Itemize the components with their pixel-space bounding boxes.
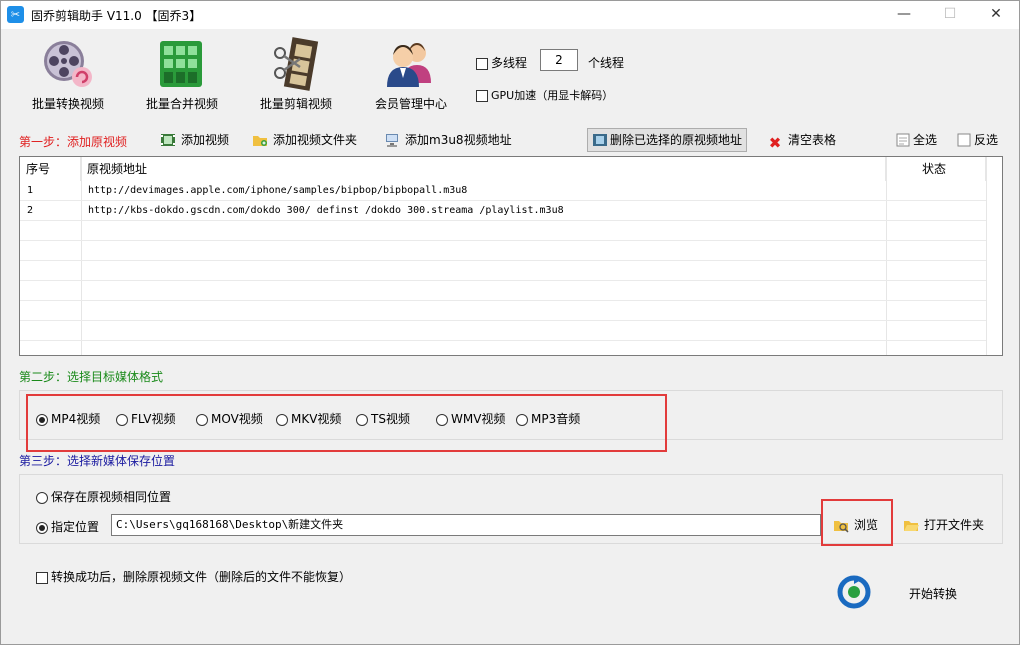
table-row-empty [20, 221, 986, 241]
step2-label: 第二步：选择目标媒体格式 [19, 370, 164, 384]
add-folder-button[interactable]: 添加视频文件夹 [252, 129, 357, 151]
start-convert-label: 开始转换 [909, 587, 958, 601]
window-title: 固乔剪辑助手 V11.0 【固乔3】 [31, 9, 202, 23]
member-center-label: 会员管理中心 [374, 97, 447, 111]
table-row-empty [20, 281, 986, 301]
col-header-index[interactable]: 序号 [20, 157, 81, 181]
row-url: http://kbs-dokdo.gscdn.com/dokdo 300/ de… [88, 205, 564, 216]
open-folder-label: 打开文件夹 [924, 518, 985, 532]
multithread-option[interactable]: 多线程 [476, 54, 527, 71]
blank-document-icon [957, 133, 971, 147]
same-location-label: 保存在原视频相同位置 [51, 490, 172, 504]
gpu-label: GPU加速（用显卡解码） [491, 89, 614, 102]
red-x-icon: ✖ [768, 134, 782, 152]
document-icon [896, 133, 910, 147]
refresh-icon [837, 575, 871, 609]
add-video-label: 添加视频 [181, 133, 230, 147]
select-all-label: 全选 [913, 133, 938, 147]
film-strip-scissors-icon [274, 37, 319, 91]
row-url: http://devimages.apple.com/iphone/sample… [88, 185, 468, 196]
film-delete-icon [592, 134, 607, 146]
row-index: 1 [27, 185, 34, 196]
delete-after-option[interactable]: 转换成功后，删除原视频文件（删除后的文件不能恢复） [36, 568, 351, 585]
row-index: 2 [27, 205, 34, 216]
title-bar: ✂ 固乔剪辑助手 V11.0 【固乔3】 — ☐ ✕ [1, 1, 1019, 29]
merge-grid-icon [160, 41, 202, 87]
folder-open-icon [904, 521, 919, 531]
gpu-checkbox[interactable] [476, 90, 488, 102]
table-row-empty [20, 241, 986, 261]
custom-location-radio[interactable]: 指定位置 [36, 518, 99, 535]
table-row-empty [20, 301, 986, 321]
table-row-empty [20, 261, 986, 281]
step1-label: 第一步：添加原视频 [19, 135, 128, 149]
batch-convert-button[interactable]: 批量转换视频 [13, 33, 123, 115]
format-highlight-box [26, 394, 667, 452]
film-reel-icon [44, 41, 92, 87]
member-center-button[interactable]: 会员管理中心 [356, 33, 466, 115]
save-path-input[interactable]: C:\Users\gq168168\Desktop\新建文件夹 [111, 514, 821, 536]
table-row[interactable]: 1 http://devimages.apple.com/iphone/samp… [20, 181, 986, 201]
gpu-option[interactable]: GPU加速（用显卡解码） [476, 87, 613, 103]
batch-convert-label: 批量转换视频 [31, 97, 104, 111]
select-all-button[interactable]: 全选 [895, 129, 937, 151]
users-icon [387, 43, 431, 87]
multithread-checkbox[interactable] [476, 57, 488, 70]
clear-table-button[interactable]: ✖ 清空表格 [767, 129, 836, 151]
maximize-button[interactable]: ☐ [927, 1, 973, 29]
add-video-button[interactable]: 添加视频 [160, 129, 229, 151]
close-button[interactable]: ✕ [973, 1, 1019, 29]
table-row[interactable]: 2 http://kbs-dokdo.gscdn.com/dokdo 300/ … [20, 201, 986, 221]
batch-merge-label: 批量合并视频 [145, 97, 218, 111]
video-table[interactable]: 序号 原视频地址 状态 1 http://devimages.apple.com… [19, 156, 1003, 356]
col-header-status[interactable]: 状态 [886, 157, 986, 181]
folder-add-icon [253, 136, 267, 146]
minimize-button[interactable]: — [881, 1, 927, 29]
thread-unit-label: 个线程 [588, 56, 625, 70]
add-m3u8-button[interactable]: 添加m3u8视频地址 [384, 129, 512, 151]
network-link-icon [386, 134, 398, 147]
delete-selected-button[interactable]: 删除已选择的原视频地址 [587, 128, 747, 152]
multithread-label: 多线程 [491, 56, 528, 70]
row-status [886, 201, 986, 221]
add-folder-label: 添加视频文件夹 [273, 133, 358, 147]
delete-selected-label: 删除已选择的原视频地址 [609, 133, 742, 147]
open-folder-button[interactable]: 打开文件夹 [903, 516, 984, 533]
same-location-radio[interactable]: 保存在原视频相同位置 [36, 488, 171, 505]
column-divider [986, 157, 987, 355]
delete-after-checkbox[interactable] [36, 571, 48, 584]
batch-cut-button[interactable]: 批量剪辑视频 [241, 33, 351, 115]
invert-select-label: 反选 [974, 133, 999, 147]
start-convert-button[interactable]: 开始转换 [837, 575, 987, 611]
browse-highlight-box [821, 499, 893, 546]
batch-cut-label: 批量剪辑视频 [259, 97, 332, 111]
radio[interactable] [36, 491, 48, 504]
col-header-url[interactable]: 原视频地址 [81, 157, 886, 181]
clear-table-label: 清空表格 [788, 133, 837, 147]
custom-location-label: 指定位置 [51, 520, 100, 534]
table-row-empty [20, 321, 986, 341]
app-window: ✂ 固乔剪辑助手 V11.0 【固乔3】 — ☐ ✕ 批量转换视频 批量合并视频… [0, 0, 1020, 645]
batch-merge-button[interactable]: 批量合并视频 [127, 33, 237, 115]
step3-label: 第三步：选择新媒体保存位置 [19, 454, 176, 468]
radio-selected[interactable] [36, 521, 48, 534]
app-logo-icon: ✂ [7, 6, 24, 23]
invert-select-button[interactable]: 反选 [956, 129, 998, 151]
film-add-icon [161, 134, 175, 146]
thread-count-input[interactable]: 2 [540, 49, 578, 71]
add-m3u8-label: 添加m3u8视频地址 [405, 133, 512, 147]
row-status [886, 181, 986, 201]
delete-after-label: 转换成功后，删除原视频文件（删除后的文件不能恢复） [51, 570, 352, 584]
